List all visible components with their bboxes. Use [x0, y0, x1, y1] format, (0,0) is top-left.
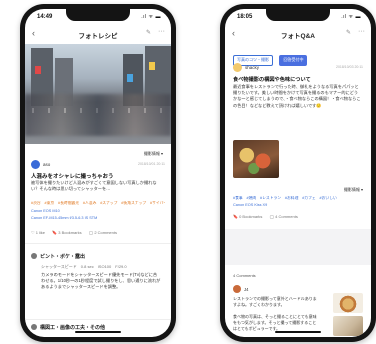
comments-count-label: 4 Comments [233, 273, 256, 278]
question-title: 食べ物撮影の構図や色味について [233, 77, 311, 83]
bookmark-button[interactable]: 🔖 0 Bookmarks [233, 214, 262, 219]
home-indicator [275, 331, 321, 333]
comment-button[interactable]: ◯ 4 Comments [270, 214, 298, 219]
status-time: 14:49 [37, 14, 53, 20]
section-heading-composition: 構図工・画像の工夫・その他 [31, 324, 165, 331]
status-icons: .ıl ᯤ ▬ [341, 14, 361, 20]
post-actions: 🔖 0 Bookmarks ◯ 4 Comments [233, 214, 365, 219]
shooting-info-toggle[interactable]: 撮影情報 ▾ [144, 151, 163, 157]
post-title: 人混みをオシャレに撮っちゃおう [31, 174, 114, 180]
nav-bar: ‹ フォトQ&A ✎ ··· [225, 28, 371, 42]
post-body: 被写体を撮りたいけど人混みがすごくて意図しない写真しか撮れない？そんな時は思い切… [31, 180, 157, 192]
question-body: 最近食事をレストランで行った時、御礼をようなる写真をパパッと撮りたいです。美しい… [233, 84, 361, 108]
comment-photo[interactable] [333, 293, 363, 313]
category-chips: 写真のコツ・撮影 回答受付中 [233, 48, 363, 66]
comment-author-name[interactable]: J4 [244, 287, 248, 292]
more-options-icon[interactable]: ··· [158, 28, 165, 35]
post-date: 2018/10/03 20:11 [336, 65, 363, 69]
notch [66, 9, 130, 21]
post-date: 2018/10/01 20:11 [138, 162, 165, 166]
phone-frame-right: 18:05 .ıl ᯤ ▬ ‹ フォトQ&A ✎ ··· 写真のコツ・撮影 回答… [220, 4, 376, 342]
photo-qa-screen: 18:05 .ıl ᯤ ▬ ‹ フォトQ&A ✎ ··· 写真のコツ・撮影 回答… [225, 9, 371, 337]
avatar[interactable] [233, 63, 242, 72]
post-actions: ♡ 1 like 🔖 3 Bookmarks ◯ 2 Comments [31, 230, 165, 235]
bookmark-button[interactable]: 🔖 3 Bookmarks [52, 230, 81, 235]
nav-bar: ‹ フォトレシピ ✎ ··· [25, 28, 171, 42]
hashtag-list[interactable]: #食事 #焼肉 #レストラン #お料理 #カフェ #おいしい [233, 196, 365, 201]
like-button[interactable]: ♡ 1 like [31, 230, 45, 235]
street-crowd-photo[interactable] [25, 44, 171, 144]
billboard-shape [149, 62, 155, 70]
section-heading-label: ピント・ボケ・露出 [40, 254, 86, 260]
section-heading-focus: ピント・ボケ・露出 [31, 253, 165, 260]
camera-body-link[interactable]: Canon EOS Kiss X9 [233, 203, 267, 207]
section-spacer [225, 229, 371, 265]
avatar[interactable] [233, 285, 241, 293]
camera-body-link[interactable]: Canon EOS M10 [31, 209, 60, 213]
hashtag-list[interactable]: #渋谷 #東京 #長時間露光 #人混み #スナップ #街角スナップ #サイバー [31, 201, 165, 206]
motion-blur-crowd [25, 94, 171, 136]
lens-link[interactable]: Canon EF-M15-45mm f/3.5-6.3 IS STM [31, 216, 97, 220]
edit-pencil-icon[interactable]: ✎ [146, 29, 151, 36]
home-indicator [75, 331, 121, 333]
status-time: 18:05 [237, 14, 253, 20]
photo-recipe-screen: 14:49 .ıl ᯤ ▬ ‹ フォトレシピ ✎ ··· 撮影情報 ▾ aso … [25, 9, 171, 337]
edit-pencil-icon[interactable]: ✎ [346, 29, 351, 36]
author-name[interactable]: aso [43, 162, 50, 167]
more-options-icon[interactable]: ··· [358, 28, 365, 35]
author-name[interactable]: shacky [245, 65, 259, 70]
author-row[interactable]: shacky 2018/10/03 20:11 [233, 63, 363, 73]
phone-frame-left: 14:49 .ıl ᯤ ▬ ‹ フォトレシピ ✎ ··· 撮影情報 ▾ aso … [20, 4, 176, 342]
section-body: カメラのモードをシャッタースピード優先モード(Tv)などに合わせる。1/10秒〜… [41, 272, 161, 290]
billboard-shape [35, 66, 41, 74]
shooting-info-toggle[interactable]: 撮影情報 ▾ [344, 187, 363, 193]
author-row[interactable]: aso 2018/10/01 20:11 [31, 160, 165, 170]
status-icons: .ıl ᯤ ▬ [141, 14, 161, 20]
notch [266, 9, 330, 21]
divider [25, 319, 171, 320]
shot-settings: シャッタースピード 0.8 sec ISO100 F/29.0 [41, 264, 127, 269]
avatar[interactable] [31, 160, 40, 169]
section-bullet-icon [31, 253, 37, 259]
divider [25, 243, 171, 244]
comment-button[interactable]: ◯ 2 Comments [89, 230, 117, 235]
billboard-shape [127, 74, 133, 82]
food-photo[interactable] [233, 140, 279, 178]
comment-photo[interactable] [333, 316, 363, 336]
comment-body: レストランでの撮影って意外とハードルありますよね。すごくわかります。 [233, 296, 317, 307]
section-bullet-icon [31, 324, 37, 330]
comment-body: 食べ物の写真は、そっと撮ることにとても意味をもつ気がします。そっと撮って撮影する… [233, 314, 317, 331]
